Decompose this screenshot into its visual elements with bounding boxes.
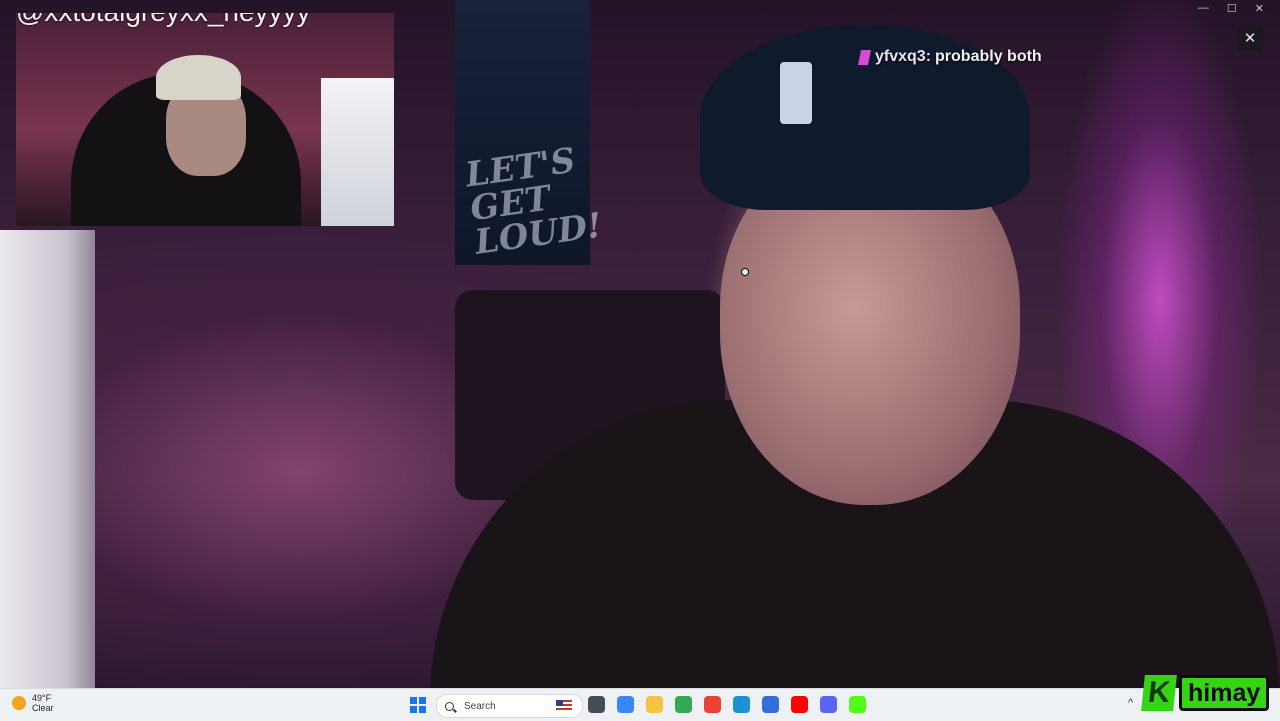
guest-cap <box>156 55 241 100</box>
chat-text: probably both <box>935 48 1042 65</box>
weather-temp: 49°F <box>32 693 52 703</box>
sub-badge-icon <box>858 49 871 65</box>
channel-handle-text: @xxtotalgreyxx_heyyyy <box>16 13 311 27</box>
taskbar: 49°F Clear Search ^ <box>0 688 1280 721</box>
door-background <box>0 230 95 688</box>
window-controls: — ☐ ✕ <box>1198 2 1264 15</box>
window-close-button[interactable]: ✕ <box>1255 2 1264 15</box>
youtube-icon[interactable] <box>791 696 808 713</box>
overlay-close-button[interactable]: ✕ <box>1237 25 1263 51</box>
file-explorer-icon[interactable] <box>646 696 663 713</box>
stream-video: LET'S GET LOUD! @xxtotalgreyxx_heyyyy yf… <box>0 0 1280 688</box>
logo-name: himay <box>1179 675 1270 711</box>
mouse-cursor-icon <box>741 268 749 276</box>
task-view-icon[interactable] <box>588 696 605 713</box>
kick-logo-icon: K <box>1141 675 1177 711</box>
discord-icon[interactable] <box>820 696 837 713</box>
us-flag-icon <box>556 700 572 711</box>
chat-username: yfvxq3: <box>875 48 932 65</box>
search-icon <box>445 701 454 711</box>
minimize-button[interactable]: — <box>1198 2 1209 15</box>
chrome-icon[interactable] <box>675 696 692 713</box>
weather-widget[interactable]: 49°F Clear <box>12 693 54 713</box>
kick-himay-logo: K himay <box>1141 672 1270 714</box>
weather-condition: Clear <box>32 703 54 713</box>
moon-icon <box>12 696 26 710</box>
chrome-alt-icon[interactable] <box>704 696 721 713</box>
tray-chevron-icon[interactable]: ^ <box>1128 697 1133 709</box>
maximize-button[interactable]: ☐ <box>1227 2 1237 15</box>
poster-text: LET'S GET LOUD! <box>463 140 605 263</box>
windows-logo-icon <box>410 697 417 704</box>
edge-icon[interactable] <box>733 696 750 713</box>
kick-icon[interactable] <box>849 696 866 713</box>
search-label: Search <box>464 700 496 712</box>
chat-message: yfvxq3: probably both <box>858 46 1042 68</box>
pc-case <box>321 78 394 226</box>
copilot-icon[interactable] <box>617 696 634 713</box>
start-button[interactable] <box>410 697 426 713</box>
taskbar-search[interactable]: Search <box>436 694 583 718</box>
cap-logo-icon <box>780 62 812 124</box>
guest-webcam-overlay: @xxtotalgreyxx_heyyyy <box>16 13 394 226</box>
store-icon[interactable] <box>762 696 779 713</box>
